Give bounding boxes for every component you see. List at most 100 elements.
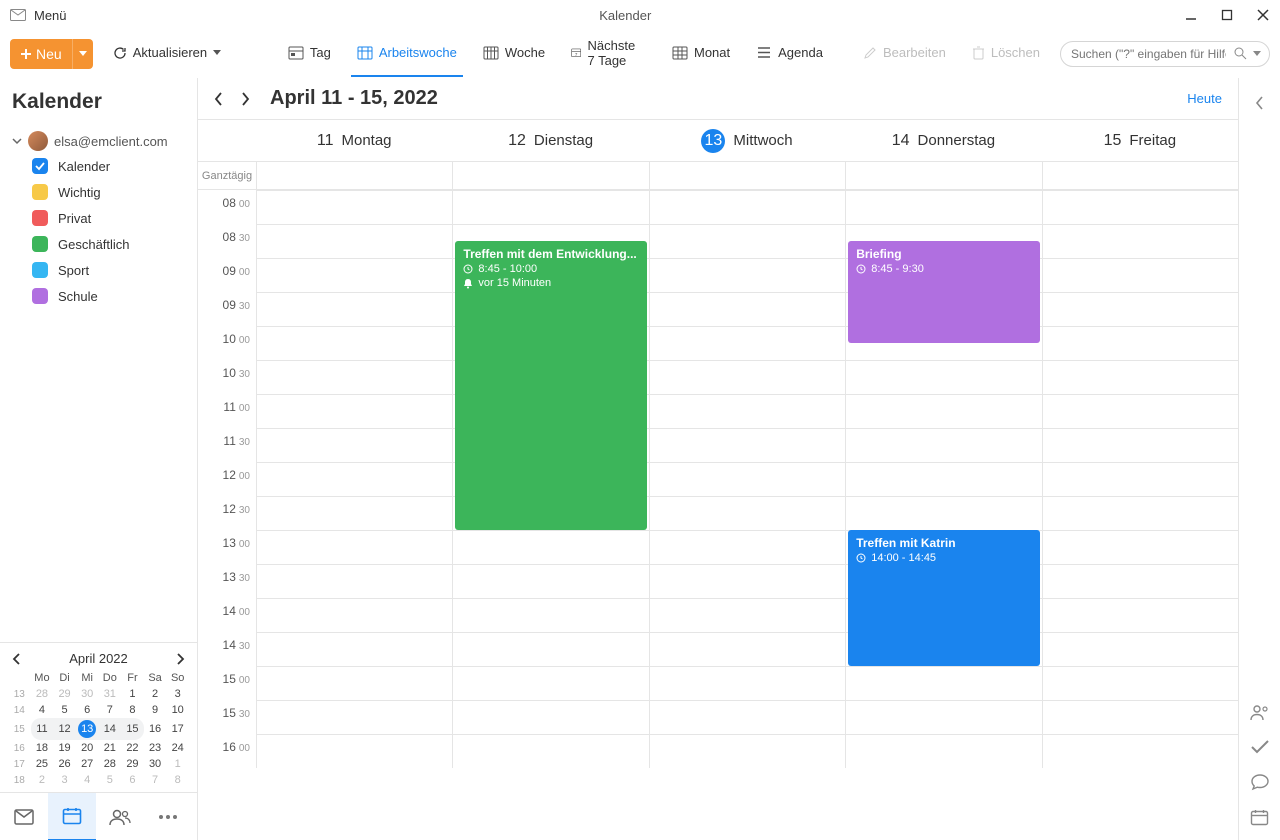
view-work-week[interactable]: Arbeitswoche xyxy=(351,31,463,77)
minical-day[interactable]: 4 xyxy=(31,702,54,718)
calendar-item[interactable]: Wichtig xyxy=(32,184,187,200)
minical-day[interactable]: 30 xyxy=(144,756,167,772)
minical-day[interactable]: 17 xyxy=(166,718,189,740)
minical-day[interactable]: 8 xyxy=(121,702,144,718)
minical-day[interactable]: 28 xyxy=(31,686,54,702)
minical-day[interactable]: 4 xyxy=(76,772,99,788)
check-icon[interactable] xyxy=(1250,739,1270,755)
day-column[interactable]: Treffen mit dem Entwicklung...8:45 - 10:… xyxy=(452,190,648,768)
minical-day[interactable]: 3 xyxy=(166,686,189,702)
minical-day[interactable]: 10 xyxy=(166,702,189,718)
calendar-item[interactable]: Kalender xyxy=(32,158,187,174)
allday-cell[interactable] xyxy=(845,162,1041,189)
minical-day[interactable]: 29 xyxy=(53,686,76,702)
view-month[interactable]: Monat xyxy=(666,31,736,77)
minical-day[interactable]: 23 xyxy=(144,740,167,756)
nav-more[interactable] xyxy=(144,793,192,840)
minical-day[interactable]: 18 xyxy=(31,740,54,756)
minical-day[interactable]: 31 xyxy=(99,686,122,702)
refresh-button[interactable]: Aktualisieren xyxy=(107,31,227,77)
minical-day[interactable]: 11 xyxy=(31,718,54,740)
minical-day[interactable]: 2 xyxy=(31,772,54,788)
minical-day[interactable]: 21 xyxy=(99,740,122,756)
allday-cell[interactable] xyxy=(452,162,648,189)
next-week[interactable] xyxy=(241,92,250,106)
minical-day[interactable]: 6 xyxy=(76,702,99,718)
minical-day[interactable]: 6 xyxy=(121,772,144,788)
day-header[interactable]: 11Montag xyxy=(256,120,452,161)
agenda-icon[interactable] xyxy=(1250,809,1269,826)
prev-week[interactable] xyxy=(214,92,223,106)
calendar-item[interactable]: Privat xyxy=(32,210,187,226)
minical-day[interactable]: 25 xyxy=(31,756,54,772)
allday-cell[interactable] xyxy=(1042,162,1238,189)
edit-button[interactable]: Bearbeiten xyxy=(857,31,952,77)
new-button[interactable]: Neu xyxy=(10,39,93,69)
calendar-item[interactable]: Schule xyxy=(32,288,187,304)
minical-day[interactable]: 5 xyxy=(99,772,122,788)
today-button[interactable]: Heute xyxy=(1187,91,1222,106)
maximize-button[interactable] xyxy=(1220,8,1234,22)
minical-day[interactable]: 20 xyxy=(76,740,99,756)
calendar-item[interactable]: Geschäftlich xyxy=(32,236,187,252)
calendar-checkbox[interactable] xyxy=(32,158,48,174)
calendar-checkbox[interactable] xyxy=(32,288,48,304)
minical-day[interactable]: 12 xyxy=(53,718,76,740)
search-field[interactable] xyxy=(1069,46,1228,62)
chevron-down-icon[interactable] xyxy=(1253,51,1261,57)
minical-day[interactable]: 2 xyxy=(144,686,167,702)
minical-day[interactable]: 14 xyxy=(99,718,122,740)
minical-day[interactable]: 13 xyxy=(76,718,99,740)
minical-day[interactable]: 7 xyxy=(144,772,167,788)
minical-day[interactable]: 15 xyxy=(121,718,144,740)
day-header[interactable]: 12Dienstag xyxy=(452,120,648,161)
day-column[interactable]: Briefing8:45 - 9:30Treffen mit Katrin14:… xyxy=(845,190,1041,768)
day-header[interactable]: 14Donnerstag xyxy=(845,120,1041,161)
minical-day[interactable]: 24 xyxy=(166,740,189,756)
minical-prev[interactable] xyxy=(12,653,21,665)
day-header[interactable]: 13Mittwoch xyxy=(649,120,845,161)
view-agenda[interactable]: Agenda xyxy=(750,31,829,77)
minical-day[interactable]: 28 xyxy=(99,756,122,772)
calendar-checkbox[interactable] xyxy=(32,236,48,252)
calendar-event[interactable]: Treffen mit dem Entwicklung...8:45 - 10:… xyxy=(455,241,646,530)
minical-day[interactable]: 30 xyxy=(76,686,99,702)
minical-day[interactable]: 1 xyxy=(121,686,144,702)
minimize-button[interactable] xyxy=(1184,8,1198,22)
minical-day[interactable]: 8 xyxy=(166,772,189,788)
contacts-icon[interactable] xyxy=(1250,704,1270,721)
calendar-checkbox[interactable] xyxy=(32,262,48,278)
calendar-checkbox[interactable] xyxy=(32,184,48,200)
delete-button[interactable]: Löschen xyxy=(966,31,1046,77)
nav-mail[interactable] xyxy=(0,793,48,840)
nav-calendar[interactable] xyxy=(48,793,96,840)
minical-day[interactable]: 19 xyxy=(53,740,76,756)
minical-day[interactable]: 22 xyxy=(121,740,144,756)
minical-day[interactable]: 7 xyxy=(99,702,122,718)
minical-day[interactable]: 3 xyxy=(53,772,76,788)
minical-day[interactable]: 5 xyxy=(53,702,76,718)
close-button[interactable] xyxy=(1256,8,1270,22)
minical-day[interactable]: 27 xyxy=(76,756,99,772)
view-week[interactable]: Woche xyxy=(477,31,551,77)
minical-day[interactable]: 1 xyxy=(166,756,189,772)
calendar-checkbox[interactable] xyxy=(32,210,48,226)
day-column[interactable] xyxy=(649,190,845,768)
day-column[interactable] xyxy=(1042,190,1238,768)
calendar-event[interactable]: Briefing8:45 - 9:30 xyxy=(848,241,1039,343)
menu-button[interactable]: Menü xyxy=(34,8,67,23)
new-dropdown[interactable] xyxy=(72,39,93,69)
minical-day[interactable]: 26 xyxy=(53,756,76,772)
nav-contacts[interactable] xyxy=(96,793,144,840)
view-next7[interactable]: 7 Nächste 7 Tage xyxy=(565,31,652,77)
search-input[interactable] xyxy=(1060,41,1270,67)
minical-day[interactable]: 9 xyxy=(144,702,167,718)
chat-icon[interactable] xyxy=(1250,773,1270,791)
calendar-item[interactable]: Sport xyxy=(32,262,187,278)
account-row[interactable]: elsa@emclient.com xyxy=(10,128,187,154)
day-header[interactable]: 15Freitag xyxy=(1042,120,1238,161)
view-day[interactable]: Tag xyxy=(282,31,337,77)
day-column[interactable] xyxy=(256,190,452,768)
collapse-right-rail[interactable] xyxy=(1255,96,1264,110)
allday-cell[interactable] xyxy=(649,162,845,189)
